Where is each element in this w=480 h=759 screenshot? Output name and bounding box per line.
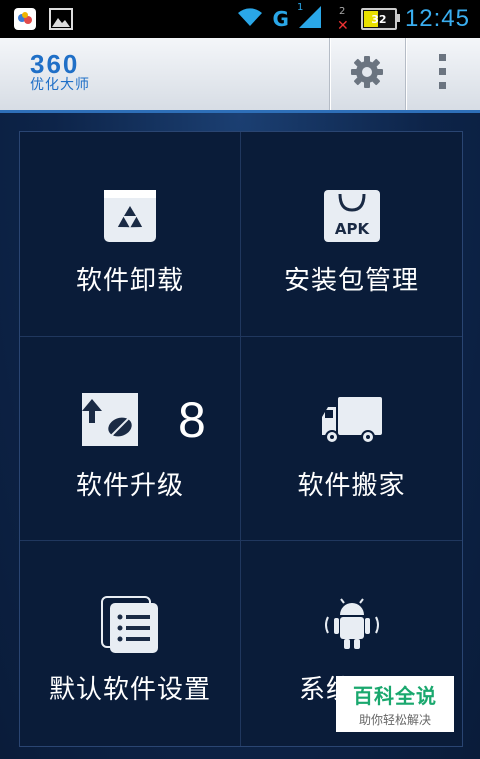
tile-label: 软件搬家	[297, 470, 406, 501]
clock: 12:45	[404, 5, 470, 32]
vibrating-android-icon	[320, 593, 384, 657]
update-count-badge: 8	[178, 391, 206, 448]
logo-number: 360	[30, 49, 80, 79]
tile-software-upgrade[interactable]: 8 软件升级	[20, 336, 241, 542]
watermark-subtitle: 助你轻松解决	[358, 713, 431, 727]
app-logo: 360 优化大师	[30, 49, 90, 94]
signal-1-label: 1	[296, 2, 304, 13]
app-bar: 360 优化大师	[0, 38, 480, 113]
battery-level: 32	[371, 12, 387, 26]
image-icon	[48, 6, 74, 32]
tile-software-move[interactable]: 软件搬家	[241, 337, 462, 542]
tile-label: 安装包管理	[283, 266, 419, 296]
list-document-icon	[98, 593, 162, 657]
overflow-menu-icon	[439, 54, 447, 94]
tile-label: 软件卸载	[75, 266, 184, 296]
tile-software-uninstall[interactable]: 软件卸载	[20, 132, 241, 337]
tile-package-manager[interactable]: APK 安装包管理	[241, 132, 462, 337]
signal-icon: 1	[296, 2, 323, 34]
watermark-title: 百科全说	[353, 684, 437, 708]
status-bar: G 1 2 ✕ 32 12:45	[0, 0, 480, 38]
apk-bag-icon: APK	[320, 184, 384, 248]
overflow-menu-button[interactable]	[405, 38, 480, 110]
main-content: 软件卸载 APK 安装包管理 8 软件升级 软件搬家 默认软件设置 系统	[0, 113, 480, 759]
tile-default-apps[interactable]: 默认软件设置	[20, 541, 241, 746]
apk-text: APK	[334, 220, 370, 238]
settings-gear-icon	[350, 55, 384, 93]
tool-grid: 软件卸载 APK 安装包管理 8 软件升级 软件搬家 默认软件设置 系统	[19, 131, 463, 747]
logo-text: 优化大师	[30, 77, 90, 93]
tile-label: 软件升级	[75, 470, 184, 501]
upgrade-android-icon	[78, 389, 142, 453]
truck-icon	[320, 389, 384, 453]
battery-icon: 32	[360, 8, 400, 30]
app-notification-icon	[12, 6, 38, 32]
settings-button[interactable]	[329, 38, 404, 110]
tile-label: 默认软件设置	[48, 675, 211, 706]
no-signal-icon: 2 ✕	[336, 6, 349, 34]
signal-2-label: 2	[338, 6, 346, 17]
wifi-icon	[235, 6, 265, 32]
recycle-bin-icon	[98, 184, 162, 248]
watermark: 百科全说 助你轻松解决	[336, 676, 454, 732]
network-type: G	[272, 7, 289, 31]
